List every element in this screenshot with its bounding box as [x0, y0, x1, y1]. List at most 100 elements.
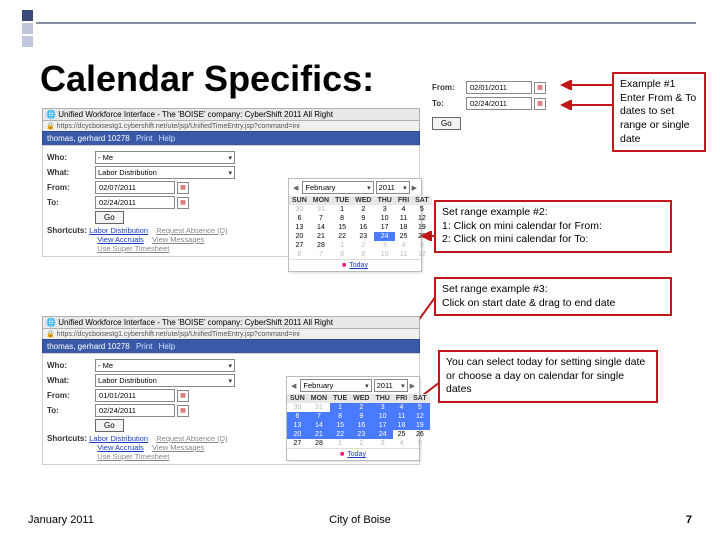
calendar-day[interactable]: 19: [410, 421, 429, 430]
calendar-day[interactable]: 8: [332, 214, 352, 223]
calendar-day[interactable]: 20: [289, 232, 310, 241]
mini-calendar-to[interactable]: ◀February2011▶SUNMONTUEWEDTHUFRISAT30311…: [286, 376, 420, 461]
calendar-icon[interactable]: [534, 82, 546, 94]
calendar-icon[interactable]: [177, 197, 189, 209]
calendar-icon[interactable]: [534, 98, 546, 110]
calendar-day[interactable]: 6: [289, 250, 310, 259]
calendar-icon[interactable]: [177, 182, 189, 194]
calendar-day[interactable]: 13: [287, 421, 308, 430]
shortcut-link[interactable]: Use Super Timesheet: [97, 452, 169, 461]
calendar-day[interactable]: 6: [287, 412, 308, 421]
calendar-grid[interactable]: SUNMONTUEWEDTHUFRISAT3031123456789101112…: [287, 394, 430, 448]
calendar-day[interactable]: 28: [310, 241, 332, 250]
calendar-day[interactable]: 18: [395, 223, 412, 232]
calendar-day[interactable]: 9: [352, 214, 374, 223]
shortcut-link[interactable]: Request Absence (D): [156, 434, 227, 443]
shortcut-link[interactable]: View Accruals: [97, 235, 144, 244]
calendar-day[interactable]: 9: [352, 250, 374, 259]
calendar-day[interactable]: 1: [332, 241, 352, 250]
calendar-day[interactable]: 25: [393, 430, 410, 439]
shortcut-link[interactable]: Labor Distribution: [89, 226, 148, 235]
calendar-day[interactable]: 7: [310, 250, 332, 259]
from-input[interactable]: 01/01/2011: [95, 389, 175, 402]
calendar-day[interactable]: 9: [350, 412, 372, 421]
what-select[interactable]: Labor Distribution: [95, 166, 235, 179]
calendar-day[interactable]: 5: [410, 403, 429, 412]
prev-month-icon[interactable]: ◀: [289, 382, 298, 390]
calendar-day[interactable]: 27: [289, 241, 310, 250]
calendar-day[interactable]: 3: [374, 241, 394, 250]
calendar-day[interactable]: 15: [332, 223, 352, 232]
shortcut-link[interactable]: Request Absence (D): [156, 226, 227, 235]
calendar-day[interactable]: 21: [308, 430, 330, 439]
go-button[interactable]: Go: [432, 117, 461, 130]
calendar-day[interactable]: 17: [374, 223, 394, 232]
who-select[interactable]: - Me: [95, 151, 235, 164]
help-link[interactable]: Help: [159, 342, 175, 351]
shortcut-link[interactable]: Use Super Timesheet: [97, 244, 169, 253]
calendar-day[interactable]: 2: [350, 403, 372, 412]
calendar-day[interactable]: 26: [410, 430, 429, 439]
shortcut-link[interactable]: View Messages: [152, 443, 204, 452]
today-link[interactable]: Today: [347, 451, 366, 458]
calendar-day[interactable]: 10: [372, 412, 392, 421]
calendar-day[interactable]: 1: [330, 403, 350, 412]
go-button[interactable]: Go: [95, 419, 124, 432]
print-link[interactable]: Print: [136, 134, 152, 143]
calendar-day[interactable]: 5: [410, 439, 429, 448]
calendar-day[interactable]: 1: [330, 439, 350, 448]
calendar-day[interactable]: 23: [352, 232, 374, 241]
from-input[interactable]: 02/01/2011: [466, 81, 532, 94]
who-select[interactable]: - Me: [95, 359, 235, 372]
calendar-day[interactable]: 16: [350, 421, 372, 430]
calendar-day[interactable]: 22: [332, 232, 352, 241]
calendar-day[interactable]: 4: [395, 205, 412, 214]
calendar-day[interactable]: 7: [308, 412, 330, 421]
today-link[interactable]: Today: [349, 262, 368, 269]
calendar-day[interactable]: 3: [374, 205, 394, 214]
calendar-day[interactable]: 21: [310, 232, 332, 241]
print-link[interactable]: Print: [136, 342, 152, 351]
to-input[interactable]: 02/24/2011: [95, 404, 175, 417]
calendar-day[interactable]: 1: [332, 205, 352, 214]
calendar-day[interactable]: 10: [374, 214, 394, 223]
calendar-day[interactable]: 23: [350, 430, 372, 439]
calendar-day[interactable]: 4: [393, 439, 410, 448]
calendar-day[interactable]: 24: [374, 232, 394, 241]
calendar-day[interactable]: 3: [372, 439, 392, 448]
calendar-day[interactable]: 12: [412, 250, 431, 259]
shortcut-link[interactable]: View Accruals: [97, 443, 144, 452]
prev-month-icon[interactable]: ◀: [291, 184, 300, 192]
mini-calendar-from[interactable]: ◀February2011▶SUNMONTUEWEDTHUFRISAT30311…: [288, 178, 422, 272]
calendar-day[interactable]: 11: [395, 250, 412, 259]
calendar-day[interactable]: 14: [308, 421, 330, 430]
shortcut-link[interactable]: Labor Distribution: [89, 434, 148, 443]
calendar-day[interactable]: 31: [310, 205, 332, 214]
to-input[interactable]: 02/24/2011: [95, 196, 175, 209]
year-select[interactable]: 2011: [376, 181, 410, 194]
year-select[interactable]: 2011: [374, 379, 408, 392]
calendar-day[interactable]: 2: [352, 205, 374, 214]
calendar-icon[interactable]: [177, 405, 189, 417]
calendar-day[interactable]: 11: [395, 214, 412, 223]
calendar-day[interactable]: 2: [352, 241, 374, 250]
calendar-day[interactable]: 18: [393, 421, 410, 430]
calendar-day[interactable]: 6: [289, 214, 310, 223]
what-select[interactable]: Labor Distribution: [95, 374, 235, 387]
calendar-day[interactable]: 8: [332, 250, 352, 259]
calendar-day[interactable]: 31: [308, 403, 330, 412]
calendar-day[interactable]: 17: [372, 421, 392, 430]
to-input[interactable]: 02/24/2011: [466, 97, 532, 110]
calendar-day[interactable]: 2: [350, 439, 372, 448]
calendar-day[interactable]: 20: [287, 430, 308, 439]
calendar-day[interactable]: 15: [330, 421, 350, 430]
calendar-day[interactable]: 16: [352, 223, 374, 232]
help-link[interactable]: Help: [159, 134, 175, 143]
calendar-day[interactable]: 13: [289, 223, 310, 232]
month-select[interactable]: February: [302, 181, 373, 194]
calendar-day[interactable]: 25: [395, 232, 412, 241]
calendar-day[interactable]: 5: [412, 205, 431, 214]
calendar-day[interactable]: 12: [410, 412, 429, 421]
next-month-icon[interactable]: ▶: [410, 184, 419, 192]
calendar-day[interactable]: 8: [330, 412, 350, 421]
